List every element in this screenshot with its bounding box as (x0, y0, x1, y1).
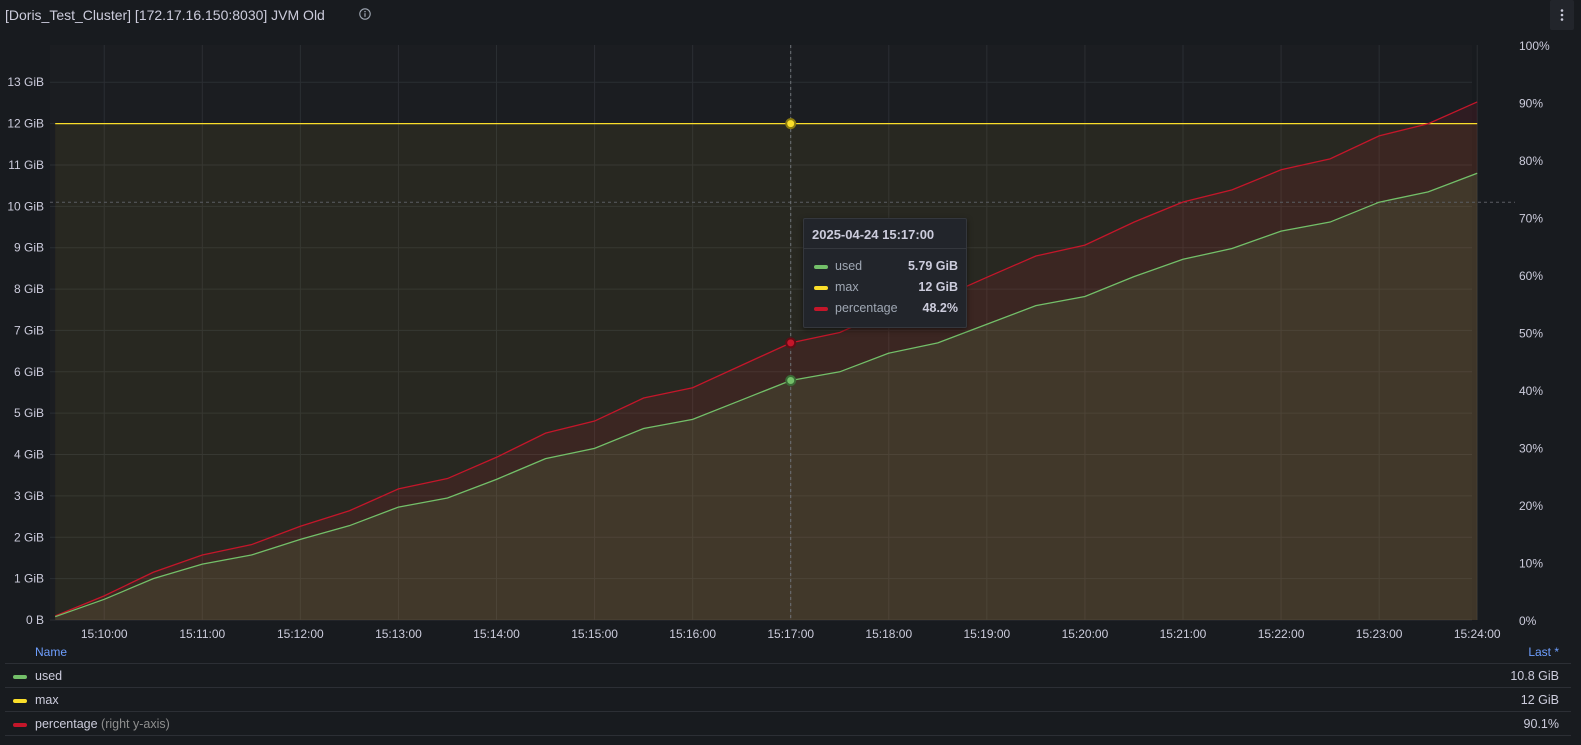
tooltip-divider (804, 248, 966, 249)
y-left-tick-label: 8 GiB (14, 282, 44, 296)
x-tick-label: 15:14:00 (473, 627, 520, 641)
x-tick-label: 15:24:00 (1454, 627, 1501, 641)
y-left-tick-label: 12 GiB (7, 117, 44, 131)
y-right-tick-label: 0% (1519, 614, 1537, 628)
legend-series-name[interactable]: used (35, 669, 62, 683)
y-left-tick-label: 9 GiB (14, 241, 44, 255)
y-left-tick-label: 5 GiB (14, 406, 44, 420)
series-color-swatch[interactable] (13, 675, 27, 679)
series-color-swatch[interactable] (13, 699, 27, 703)
x-tick-label: 15:17:00 (767, 627, 814, 641)
y-left-tick-label: 1 GiB (14, 572, 44, 586)
panel: 0 B 1 GiB 2 GiB 3 GiB 4 GiB 5 GiB 6 GiB 7 GiB 8 … (0, 0, 1581, 745)
tooltip-time: 2025-04-24 15:17:00 (812, 227, 935, 242)
x-tick-label: 15:20:00 (1062, 627, 1109, 641)
y-right-tick-label: 20% (1519, 499, 1543, 513)
series-color-swatch[interactable] (13, 723, 27, 727)
legend-row-percentage[interactable]: percentage (right y-axis) 90.1% (5, 712, 1571, 736)
hover-tooltip: 2025-04-24 15:17:00 used 5.79 GiB max 12… (803, 218, 967, 328)
x-tick-label: 15:18:00 (865, 627, 912, 641)
y-left-tick-label: 3 GiB (14, 489, 44, 503)
x-tick-label: 15:13:00 (375, 627, 422, 641)
series-color-swatch (814, 307, 828, 311)
y-left-tick-label: 6 GiB (14, 365, 44, 379)
x-tick-label: 15:11:00 (179, 627, 225, 641)
hover-point-used (785, 374, 797, 386)
x-tick-label: 15:21:00 (1160, 627, 1207, 641)
y-left-tick-label: 4 GiB (14, 448, 44, 462)
series-color-swatch (814, 286, 828, 290)
x-tick-label: 15:16:00 (669, 627, 716, 641)
y-left-tick-label: 2 GiB (14, 530, 44, 544)
legend-series-last: 10.8 GiB (1510, 669, 1559, 683)
legend-name-header[interactable]: Name (35, 645, 67, 659)
y-right-tick-label: 90% (1519, 97, 1543, 111)
tooltip-series-value: 12 GiB (918, 280, 958, 294)
x-tick-label: 15:23:00 (1356, 627, 1403, 641)
panel-title: [Doris_Test_Cluster] [172.17.16.150:8030… (5, 7, 325, 23)
tooltip-row-percentage: percentage 48.2% (812, 300, 958, 318)
y-right-tick-label: 100% (1519, 39, 1550, 53)
tooltip-series-name: percentage (835, 301, 898, 315)
y-left-tick-label: 13 GiB (7, 75, 44, 89)
hover-point-max (785, 118, 797, 130)
x-tick-label: 15:22:00 (1258, 627, 1305, 641)
tooltip-series-name: used (835, 259, 863, 273)
y-right-tick-label: 10% (1519, 557, 1543, 571)
hover-point-percentage (785, 337, 797, 349)
tooltip-series-value: 48.2% (922, 301, 958, 315)
legend-series-last: 90.1% (1523, 717, 1559, 731)
y-right-tick-label: 50% (1519, 327, 1543, 341)
y-left-tick-label: 7 GiB (14, 323, 44, 337)
y-right-tick-label: 80% (1519, 154, 1543, 168)
x-tick-label: 15:19:00 (963, 627, 1010, 641)
x-tick-label: 15:10:00 (81, 627, 128, 641)
legend-series-name[interactable]: percentage (right y-axis) (35, 717, 170, 731)
tooltip-series-value: 5.79 GiB (907, 259, 958, 273)
y-right-tick-label: 60% (1519, 269, 1543, 283)
legend-row-max[interactable]: max 12 GiB (5, 688, 1571, 712)
info-circle-icon[interactable] (359, 8, 371, 20)
x-tick-label: 15:15:00 (571, 627, 618, 641)
tooltip-row-max: max 12 GiB (812, 279, 958, 297)
panel-header: [Doris_Test_Cluster] [172.17.16.150:8030… (0, 0, 1581, 32)
series-color-swatch (814, 265, 828, 269)
legend-axis-note: (right y-axis) (101, 717, 170, 731)
time-series-chart[interactable]: 0 B 1 GiB 2 GiB 3 GiB 4 GiB 5 GiB 6 GiB 7 GiB 8 … (0, 0, 1581, 745)
legend-table: Name Last * used 10.8 GiB max 12 GiB per… (5, 643, 1571, 736)
kebab-menu-icon (1560, 9, 1564, 21)
legend-last-header[interactable]: Last * (1528, 645, 1559, 659)
tooltip-series-name: max (835, 280, 859, 294)
panel-menu-button[interactable] (1550, 0, 1574, 30)
y-left-tick-label: 11 GiB (8, 158, 44, 172)
y-right-tick-label: 70% (1519, 212, 1543, 226)
y-right-tick-label: 40% (1519, 384, 1543, 398)
legend-row-used[interactable]: used 10.8 GiB (5, 664, 1571, 688)
y-left-tick-label: 0 B (26, 613, 44, 627)
tooltip-row-used: used 5.79 GiB (812, 258, 958, 276)
y-right-tick-label: 30% (1519, 442, 1543, 456)
y-left-tick-label: 10 GiB (7, 199, 44, 213)
legend-series-last: 12 GiB (1520, 693, 1559, 707)
legend-series-name[interactable]: max (35, 693, 59, 707)
legend-header: Name Last * (5, 643, 1571, 664)
x-tick-label: 15:12:00 (277, 627, 324, 641)
